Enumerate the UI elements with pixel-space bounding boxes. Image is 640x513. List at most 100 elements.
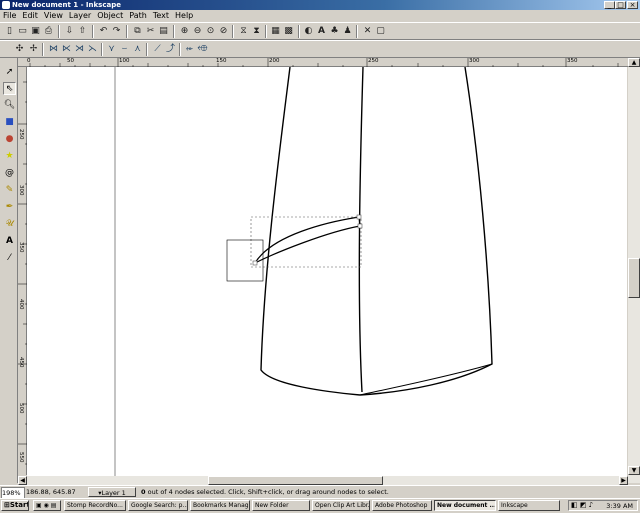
import-icon[interactable]: ⇩ <box>64 26 75 37</box>
clone-icon[interactable]: ⧗ <box>251 26 262 37</box>
open-icon[interactable]: ▭ <box>17 26 28 37</box>
menu-text[interactable]: Text <box>150 10 172 22</box>
ruler-v-label: 550 <box>18 452 24 463</box>
fill-stroke-icon[interactable]: ◐ <box>303 26 314 37</box>
star-tool-icon[interactable]: ★ <box>3 150 16 163</box>
selector-tool-icon[interactable]: ➚ <box>3 66 16 79</box>
paste-icon[interactable]: ▤ <box>158 26 169 37</box>
join-segment-icon[interactable]: ⋊ <box>74 44 85 55</box>
undo-icon[interactable]: ↶ <box>98 26 109 37</box>
task-button[interactable]: Adobe Photoshop <box>372 500 432 511</box>
zoom-page-icon[interactable]: ⊙ <box>205 26 216 37</box>
tray-icons[interactable]: ◧ ◩ ♪ <box>571 501 593 509</box>
task-button[interactable]: Inkscape <box>498 500 560 511</box>
drawing-canvas[interactable] <box>27 67 627 476</box>
rectangle-tool-icon[interactable]: ■ <box>3 116 16 129</box>
new-icon[interactable]: ▯ <box>4 26 15 37</box>
selected-node-count: 0 <box>141 488 146 496</box>
zoom-selection-icon[interactable]: ⊕ <box>179 26 190 37</box>
shape-outline <box>260 67 361 396</box>
horizontal-ruler[interactable]: 0 50 100 150 200 250 300 350 <box>18 58 632 67</box>
save-icon[interactable]: ▣ <box>30 26 41 37</box>
start-button[interactable]: ⊞Start <box>1 500 29 511</box>
xml-editor-icon[interactable]: ♣ <box>329 26 340 37</box>
break-path-icon[interactable]: ⋉ <box>61 44 72 55</box>
node-handle <box>356 214 362 220</box>
task-button[interactable]: New Folder <box>252 500 310 511</box>
menu-view[interactable]: View <box>41 10 66 22</box>
calligraphy-tool-icon[interactable]: 𝒰 <box>3 218 16 231</box>
text-font-icon[interactable]: A <box>316 26 327 37</box>
export-icon[interactable]: ⇧ <box>77 26 88 37</box>
layer-selector[interactable]: ▾Layer 1 <box>88 487 136 497</box>
menu-edit[interactable]: Edit <box>19 10 41 22</box>
curve-segment-icon[interactable]: ⤴ <box>165 44 176 55</box>
quick-launch[interactable]: ▣ ◉ ▤ <box>33 500 61 511</box>
window-title: New document 1 - Inkscape <box>12 1 121 9</box>
task-button[interactable]: Google Search: p... <box>128 500 188 511</box>
pencil-tool-icon[interactable]: ✎ <box>3 184 16 197</box>
symmetric-node-icon[interactable]: ⋏ <box>132 44 143 55</box>
node-tool-icon[interactable]: ⇖ <box>3 82 16 95</box>
cut-icon[interactable]: ✂ <box>145 26 156 37</box>
task-button[interactable]: Open Clip Art Libr... <box>312 500 370 511</box>
ruler-h-label: 350 <box>567 58 578 64</box>
smooth-node-icon[interactable]: ⌣ <box>119 44 130 55</box>
join-nodes-icon[interactable]: ⋈ <box>48 44 59 55</box>
title-bar[interactable]: New document 1 - Inkscape _ □ × <box>0 0 640 10</box>
start-label: Start <box>9 501 29 509</box>
maximize-button[interactable]: □ <box>615 1 626 9</box>
delete-segment-icon[interactable]: ⋋ <box>87 44 98 55</box>
status-bar: 198% 186.88, 645.87 ▾Layer 1 0 out of 4 … <box>0 485 640 499</box>
task-button-active[interactable]: New document ... <box>434 500 496 511</box>
system-tray: ◧ ◩ ♪ 3:39 AM <box>568 500 638 511</box>
menu-file[interactable]: File <box>0 10 19 22</box>
vertical-scrollbar[interactable]: ▲ ▼ <box>628 58 640 483</box>
copy-icon[interactable]: ⧉ <box>132 26 143 37</box>
task-button[interactable]: Stomp RecordNo... <box>64 500 126 511</box>
ellipse-tool-icon[interactable]: ● <box>3 133 16 146</box>
spiral-tool-icon[interactable]: @ <box>3 167 16 180</box>
menu-layer[interactable]: Layer <box>66 10 94 22</box>
menu-object[interactable]: Object <box>94 10 126 22</box>
task-button[interactable]: Bookmarks Manager <box>190 500 250 511</box>
horizontal-scroll-thumb[interactable] <box>208 476 383 485</box>
ruler-h-label: 150 <box>216 58 227 64</box>
delete-node-icon[interactable]: ✢ <box>28 44 39 55</box>
menu-path[interactable]: Path <box>126 10 150 22</box>
line-segment-icon[interactable]: ⟋ <box>152 44 163 55</box>
minimize-button[interactable]: _ <box>604 1 615 9</box>
scroll-down-button[interactable]: ▼ <box>628 466 640 475</box>
vertical-ruler[interactable]: 250 300 350 400 450 500 550 <box>18 67 27 475</box>
ruler-v-label: 500 <box>18 403 24 414</box>
insert-node-icon[interactable]: ✣ <box>14 44 25 55</box>
stroke-to-path-icon[interactable]: ⬲ <box>197 44 208 55</box>
ruler-v-label: 250 <box>18 129 24 140</box>
horizontal-scrollbar[interactable]: ◀ ▶ <box>18 476 628 485</box>
scroll-right-button[interactable]: ▶ <box>619 476 628 485</box>
ungroup-icon[interactable]: ▩ <box>283 26 294 37</box>
close-button[interactable]: × <box>627 1 638 9</box>
ruler-v-label: 300 <box>18 185 24 196</box>
pen-tool-icon[interactable]: ✒ <box>3 201 16 214</box>
object-to-path-icon[interactable]: ⬰ <box>184 44 195 55</box>
preferences-icon[interactable]: ✕ <box>362 26 373 37</box>
node-tool-controls: ✣ ✢ ⋈ ⋉ ⋊ ⋋ ⋎ ⌣ ⋏ ⟋ ⤴ ⬰ ⬲ <box>0 40 640 58</box>
cusp-node-icon[interactable]: ⋎ <box>106 44 117 55</box>
print-icon[interactable]: ⎙ <box>43 26 54 37</box>
group-icon[interactable]: ▦ <box>270 26 281 37</box>
duplicate-icon[interactable]: ⧖ <box>238 26 249 37</box>
zoom-width-icon[interactable]: ⊘ <box>218 26 229 37</box>
zoom-drawing-icon[interactable]: ⊖ <box>192 26 203 37</box>
redo-icon[interactable]: ↷ <box>111 26 122 37</box>
document-properties-icon[interactable]: ▢ <box>375 26 386 37</box>
scroll-up-button[interactable]: ▲ <box>628 58 640 67</box>
zoom-tool-icon[interactable]: 🔍︎ <box>3 99 16 112</box>
vertical-scroll-thumb[interactable] <box>628 258 640 298</box>
menu-help[interactable]: Help <box>172 10 196 22</box>
shape-outline <box>358 67 364 393</box>
text-tool-icon[interactable]: A <box>3 235 16 248</box>
scroll-left-button[interactable]: ◀ <box>18 476 27 485</box>
align-icon[interactable]: ♟ <box>342 26 353 37</box>
dropper-tool-icon[interactable]: ⁄ <box>3 252 16 265</box>
